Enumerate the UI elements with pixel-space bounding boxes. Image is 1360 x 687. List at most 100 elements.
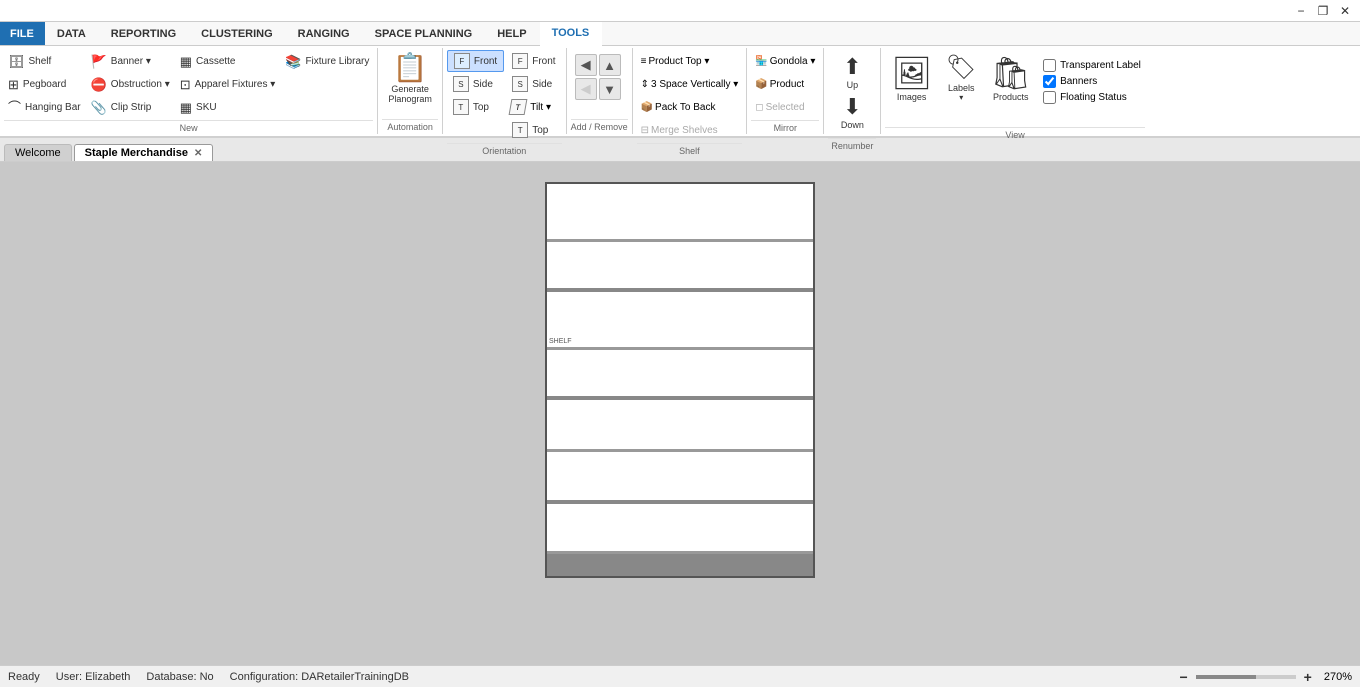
merge-shelves-button[interactable]: ⊟ Merge Shelves	[637, 119, 743, 141]
close-button[interactable]: ✕	[1334, 0, 1356, 22]
view-checks-col: Transparent Label Banners Floating Statu…	[1039, 50, 1145, 105]
front-icon: F	[454, 53, 470, 69]
arrow-up-button[interactable]: ▲	[599, 54, 621, 76]
tab-ranging[interactable]: RANGING	[286, 22, 363, 45]
hanging-bar-button[interactable]: ⌒ Hanging Bar	[4, 96, 85, 118]
pack-to-back-button[interactable]: 📦 Pack To Back	[637, 96, 743, 118]
tab-clustering[interactable]: CLUSTERING	[189, 22, 286, 45]
status-bar: Ready User: Elizabeth Database: No Confi…	[0, 665, 1360, 687]
side-button-secondary[interactable]: S Side	[506, 73, 561, 95]
welcome-tab[interactable]: Welcome	[4, 144, 72, 161]
banners-checkbox[interactable]	[1043, 75, 1056, 88]
side-icon-secondary: S	[512, 76, 528, 92]
group-renumber-label: Renumber	[828, 138, 876, 153]
shelf-icon: 🗄	[8, 55, 25, 68]
apparel-fixtures-button[interactable]: ⊡ Apparel Fixtures ▾	[176, 73, 280, 95]
ribbon: FILE DATA REPORTING CLUSTERING RANGING S…	[0, 22, 1360, 138]
front-button-primary[interactable]: F Front	[447, 50, 504, 72]
cassette-button[interactable]: ▦ Cassette	[176, 50, 280, 72]
group-mirror-items: 🏪 Gondola ▾ 📦 Product ◻ Selected	[751, 50, 819, 118]
labels-button[interactable]: 🏷 Labels ▾	[940, 50, 982, 125]
top-icon-primary: T	[453, 99, 469, 115]
staple-merchandise-tab-close[interactable]: ✕	[194, 148, 202, 159]
top-icon-secondary: T	[512, 122, 528, 138]
new-col3: ▦ Cassette ⊡ Apparel Fixtures ▾ ▦ SKU	[176, 50, 280, 118]
staple-merchandise-tab[interactable]: Staple Merchandise ✕	[74, 144, 214, 161]
tab-tools[interactable]: TOOLS	[540, 22, 603, 46]
down-button[interactable]: ⬇ Down	[830, 94, 874, 132]
transparent-label-check[interactable]: Transparent Label	[1039, 58, 1145, 73]
restore-button[interactable]: ❐	[1312, 0, 1334, 22]
clip-strip-button[interactable]: 📎 Clip Strip	[87, 96, 174, 118]
space-vertically-icon: ⇕	[641, 79, 649, 90]
minimize-button[interactable]: −	[1290, 0, 1312, 22]
transparent-label-checkbox[interactable]	[1043, 59, 1056, 72]
arrow-down-button[interactable]: ▼	[599, 78, 621, 100]
floating-status-check[interactable]: Floating Status	[1039, 90, 1145, 105]
side-button-primary[interactable]: S Side	[447, 73, 504, 95]
status-ready: Ready	[8, 671, 56, 683]
pegboard-button[interactable]: ⊞ Pegboard	[4, 73, 85, 95]
products-icon: 🛍	[990, 54, 1031, 92]
sku-button[interactable]: ▦ SKU	[176, 96, 280, 118]
top-button-secondary[interactable]: T Top	[506, 119, 561, 141]
group-shelf: ≡ Product Top ▾ ⇕ 3 Space Vertically ▾ 📦…	[633, 48, 748, 134]
tab-space-planning[interactable]: SPACE PLANNING	[363, 22, 486, 45]
zoom-percent: 270%	[1320, 671, 1352, 683]
product-top-button[interactable]: ≡ Product Top ▾	[637, 50, 743, 72]
products-button[interactable]: 🛍 Products	[984, 50, 1037, 125]
generate-planogram-button[interactable]: 📋 Generate Planogram	[382, 50, 438, 108]
orient-col1: F Front S Side T Top	[447, 50, 504, 118]
group-new-items: 🗄 Shelf ⊞ Pegboard ⌒ Hanging Bar 🚩	[4, 50, 373, 118]
obstruction-button[interactable]: ⛔ Obstruction ▾	[87, 73, 174, 95]
shelf-button[interactable]: 🗄 Shelf	[4, 50, 85, 72]
top-button-primary[interactable]: T Top	[447, 96, 504, 118]
arrow-grid: ◀ ▲ ◀ ▼	[571, 50, 625, 104]
front-button-secondary[interactable]: F Front	[506, 50, 561, 72]
shelf-row-7	[547, 504, 813, 554]
zoom-slider[interactable]	[1196, 675, 1296, 679]
images-icon: 🖼	[891, 54, 932, 92]
product-top-icon: ≡	[641, 56, 647, 67]
tab-reporting[interactable]: REPORTING	[99, 22, 189, 45]
group-renumber: ⬆ Up ⬇ Down Renumber	[824, 48, 881, 134]
tilt-button[interactable]: T Tilt ▾	[506, 96, 561, 118]
shelf-row-4	[547, 350, 813, 400]
images-button[interactable]: 🖼 Images	[885, 50, 938, 125]
zoom-plus-button[interactable]: +	[1300, 669, 1316, 685]
group-automation-label: Automation	[382, 119, 438, 134]
zoom-minus-button[interactable]: −	[1175, 669, 1191, 685]
fixture-library-button[interactable]: 📚 Fixture Library	[281, 50, 373, 72]
gondola-button[interactable]: 🏪 Gondola ▾	[751, 50, 819, 72]
generate-planogram-icon: 📋	[393, 54, 428, 82]
group-view-items: 🖼 Images 🏷 Labels ▾ 🛍 Products Transpa	[885, 50, 1145, 125]
labels-icon: 🏷	[946, 54, 976, 83]
banner-button[interactable]: 🚩 Banner ▾	[87, 50, 174, 72]
group-view-label: View	[885, 127, 1145, 142]
selected-icon: ◻	[755, 102, 763, 113]
tab-file[interactable]: FILE	[0, 22, 45, 45]
fixture-library-icon: 📚	[285, 55, 301, 68]
space-vertically-button[interactable]: ⇕ 3 Space Vertically ▾	[637, 73, 743, 95]
arrow-left-button[interactable]: ◀	[575, 54, 597, 76]
banner-icon: 🚩	[91, 55, 107, 68]
group-orientation-items: F Front S Side T Top F Front	[447, 50, 562, 141]
product-button[interactable]: 📦 Product	[751, 73, 819, 95]
tab-help[interactable]: HELP	[485, 22, 539, 45]
product-icon: 📦	[755, 79, 767, 90]
down-icon: ⬇	[843, 96, 861, 118]
status-database: Database: No	[146, 671, 229, 683]
floating-status-checkbox[interactable]	[1043, 91, 1056, 104]
banners-check[interactable]: Banners	[1039, 74, 1145, 89]
selected-button[interactable]: ◻ Selected	[751, 96, 819, 118]
renumber-col: ⬆ Up ⬇ Down	[828, 50, 876, 136]
transparent-label-text: Transparent Label	[1060, 60, 1141, 71]
group-new-label: New	[4, 120, 373, 135]
tab-data[interactable]: DATA	[45, 22, 99, 45]
group-view: 🖼 Images 🏷 Labels ▾ 🛍 Products Transpa	[881, 48, 1149, 134]
clip-strip-icon: 📎	[91, 101, 107, 114]
shelf-col: ≡ Product Top ▾ ⇕ 3 Space Vertically ▾ 📦…	[637, 50, 743, 141]
ribbon-content: 🗄 Shelf ⊞ Pegboard ⌒ Hanging Bar 🚩	[0, 46, 1360, 136]
up-button[interactable]: ⬆ Up	[830, 54, 874, 92]
group-orientation: F Front S Side T Top F Front	[443, 48, 567, 134]
